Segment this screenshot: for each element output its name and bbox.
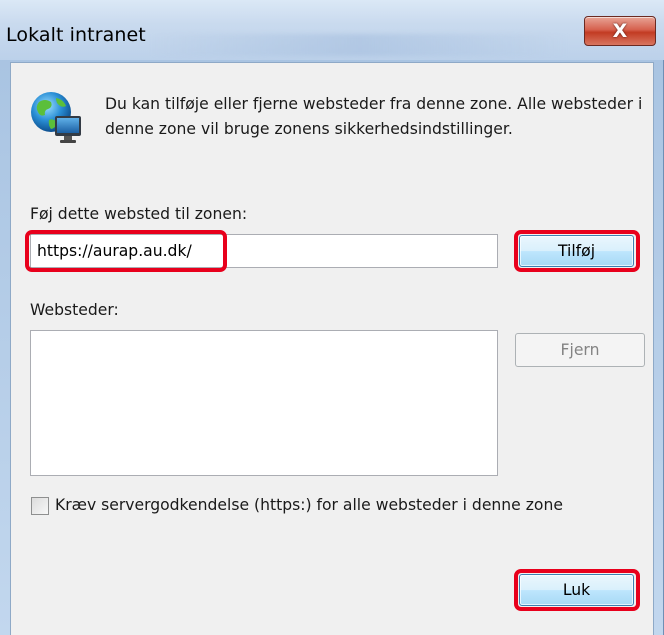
remove-site-button[interactable]: Fjern	[515, 333, 645, 367]
close-dialog-button-label: Luk	[562, 581, 591, 599]
sites-label: Websteder:	[30, 301, 119, 319]
info-text: Du kan tilføje eller fjerne websteder fr…	[105, 95, 643, 138]
sites-list[interactable]	[30, 330, 498, 476]
close-icon: X	[612, 20, 628, 42]
require-https-label: Kræv servergodkendelse (https:) for alle…	[55, 496, 563, 514]
add-site-button[interactable]: Tilføj	[519, 235, 634, 267]
add-site-input[interactable]	[30, 234, 498, 268]
close-window-button[interactable]: X	[584, 16, 656, 46]
globe-computer-icon	[31, 92, 81, 143]
title-bar[interactable]: Lokalt intranet X	[0, 0, 664, 60]
close-dialog-button[interactable]: Luk	[519, 574, 634, 606]
add-site-button-label: Tilføj	[557, 242, 596, 260]
remove-site-button-label: Fjern	[560, 341, 600, 359]
dialog-window: Lokalt intranet X Du kan tilføje eller f…	[0, 0, 664, 635]
add-site-label: Føj dette websted til zonen:	[30, 205, 248, 223]
require-https-checkbox[interactable]	[31, 497, 49, 515]
dialog-title: Lokalt intranet	[6, 24, 146, 46]
